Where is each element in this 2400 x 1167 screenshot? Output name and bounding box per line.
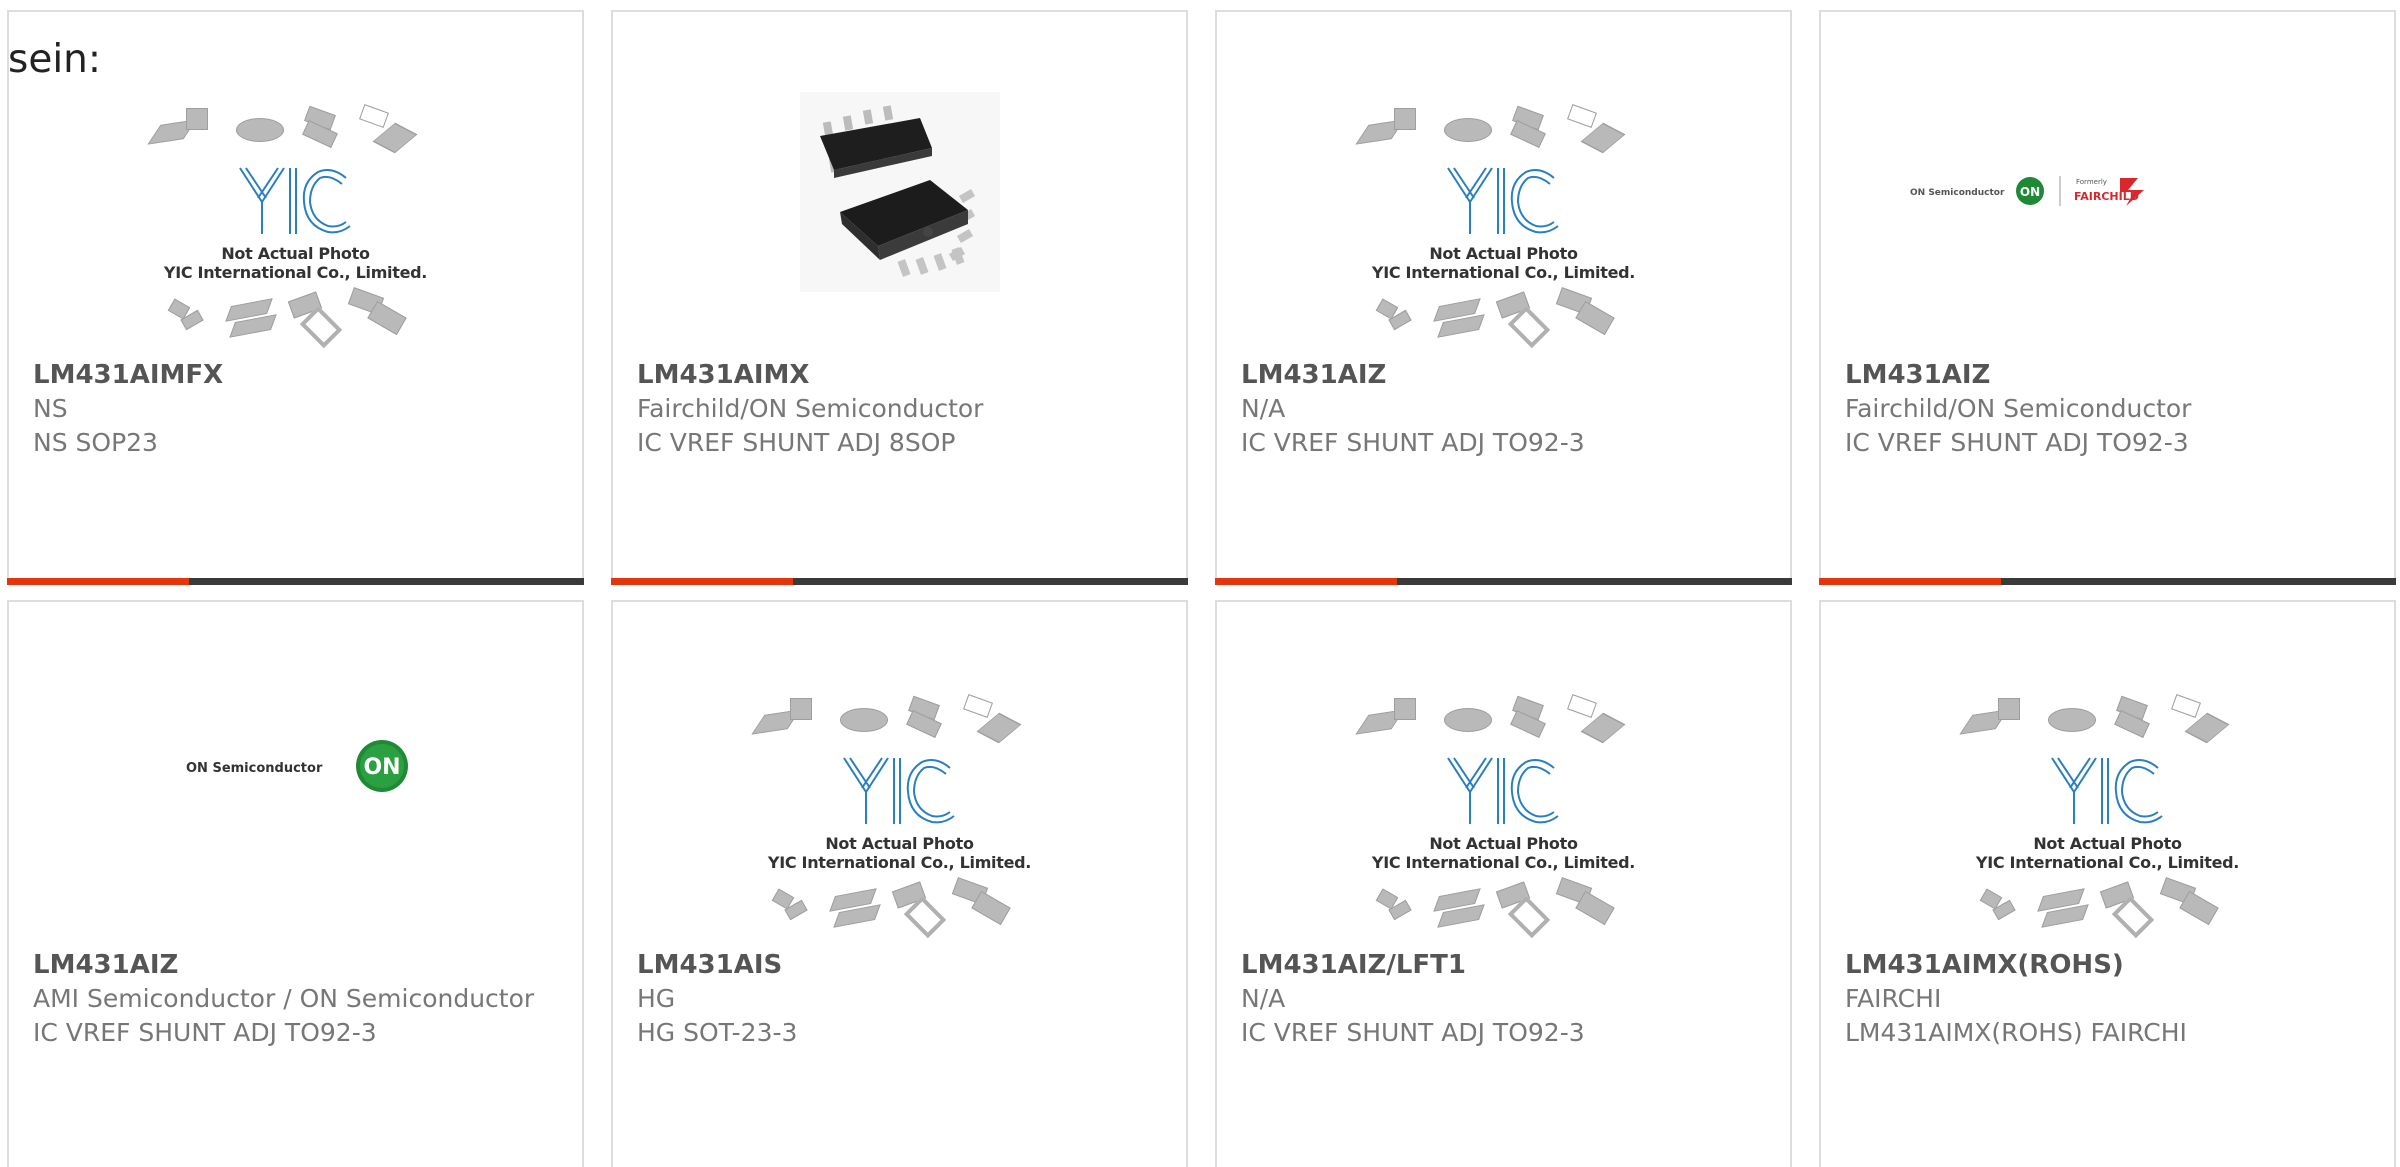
product-info: LM431AIZ AMI Semiconductor / ON Semicond…	[33, 948, 562, 1050]
product-card[interactable]: Not Actual Photo YIC International Co., …	[7, 10, 584, 585]
manufacturer: FAIRCHI	[1845, 984, 1942, 1013]
product-info: LM431AIMFX NS NS SOP23	[33, 358, 562, 460]
manufacturer: NS	[33, 394, 68, 423]
product-image: Not Actual Photo YIC International Co., …	[1217, 12, 1790, 357]
product-image: Not Actual Photo YIC International Co., …	[613, 602, 1186, 947]
on-semiconductor-wordmark: ON Semiconductor	[186, 761, 323, 776]
description: HG SOT-23-3	[637, 1018, 798, 1047]
product-image	[613, 12, 1186, 357]
on-badge-text: ON	[2019, 185, 2039, 199]
manufacturer: N/A	[1241, 394, 1286, 423]
on-semiconductor-logo-icon: ON Semiconductor ON	[186, 740, 408, 792]
manufacturer: HG	[637, 984, 676, 1013]
part-number-link[interactable]: LM431AIZ	[33, 948, 562, 982]
description: IC VREF SHUNT ADJ TO92-3	[1241, 1018, 1585, 1047]
part-number-link[interactable]: LM431AIZ	[1845, 358, 2374, 392]
placeholder-caption: YIC International Co., Limited.	[1371, 853, 1636, 872]
part-number-link[interactable]: LM431AIMX	[637, 358, 1166, 392]
product-info: LM431AIMX Fairchild/ON Semiconductor IC …	[637, 358, 1166, 460]
lead-text: sein:	[8, 37, 102, 82]
sop8-package-icon	[799, 92, 1000, 292]
description: NS SOP23	[33, 428, 158, 457]
product-info: LM431AIZ Fairchild/ON Semiconductor IC V…	[1845, 358, 2374, 460]
on-semiconductor-wordmark: ON Semiconductor	[1910, 188, 2005, 198]
product-image: ON Semiconductor ON Formerly FAIRCHILD	[1821, 12, 2394, 357]
description: IC VREF SHUNT ADJ TO92-3	[1241, 428, 1585, 457]
part-number-link[interactable]: LM431AIMFX	[33, 358, 562, 392]
product-info: LM431AIMX(ROHS) FAIRCHI LM431AIMX(ROHS) …	[1845, 948, 2374, 1050]
manufacturer: Fairchild/ON Semiconductor	[1845, 394, 2192, 423]
product-image: Not Actual Photo YIC International Co., …	[1821, 602, 2394, 947]
product-card[interactable]: LM431AIZ AMI Semiconductor / ON Semicond…	[7, 600, 584, 1167]
placeholder-caption: Not Actual Photo	[1429, 244, 1578, 263]
card-bottom-bar	[611, 578, 1188, 585]
placeholder-caption: YIC International Co., Limited.	[1975, 853, 2240, 872]
manufacturer: Fairchild/ON Semiconductor	[637, 394, 984, 423]
card-bottom-bar	[1819, 578, 2396, 585]
card-bottom-bar	[7, 578, 584, 585]
placeholder-caption: Not Actual Photo	[221, 244, 370, 263]
product-info: LM431AIZ N/A IC VREF SHUNT ADJ TO92-3	[1241, 358, 1770, 460]
yic-placeholder-icon: Not Actual Photo YIC International Co., …	[146, 102, 436, 352]
manufacturer: N/A	[1241, 984, 1286, 1013]
part-number-link[interactable]: LM431AIMX(ROHS)	[1845, 948, 2374, 982]
product-card[interactable]: Not Actual Photo YIC International Co., …	[1215, 600, 1792, 1167]
yic-placeholder-icon: Not Actual Photo YIC International Co., …	[750, 692, 1040, 942]
yic-placeholder-icon: Not Actual Photo YIC International Co., …	[1354, 102, 1644, 352]
placeholder-caption: YIC International Co., Limited.	[1371, 263, 1636, 282]
product-card[interactable]: Not Actual Photo YIC International Co., …	[1819, 600, 2396, 1167]
on-badge-text: ON	[363, 755, 400, 780]
product-grid-page: sein: Not Actual Photo YIC International…	[0, 0, 2400, 1167]
description: IC VREF SHUNT ADJ TO92-3	[33, 1018, 377, 1047]
part-number-link[interactable]: LM431AIZ	[1241, 358, 1770, 392]
formerly-text: Formerly	[2076, 178, 2107, 186]
placeholder-caption: Not Actual Photo	[1429, 834, 1578, 853]
description: IC VREF SHUNT ADJ 8SOP	[637, 428, 956, 457]
product-card[interactable]: LM431AIMX Fairchild/ON Semiconductor IC …	[611, 10, 1188, 585]
part-number-link[interactable]: LM431AIZ/LFT1	[1241, 948, 1770, 982]
description: IC VREF SHUNT ADJ TO92-3	[1845, 428, 2189, 457]
placeholder-caption: Not Actual Photo	[825, 834, 974, 853]
product-info: LM431AIS HG HG SOT-23-3	[637, 948, 1166, 1050]
part-number-link[interactable]: LM431AIS	[637, 948, 1166, 982]
description: LM431AIMX(ROHS) FAIRCHI	[1845, 1018, 2187, 1047]
placeholder-caption: Not Actual Photo	[2033, 834, 2182, 853]
fairchild-on-logo-icon: ON Semiconductor ON Formerly FAIRCHILD	[1910, 176, 2144, 206]
product-card[interactable]: ON Semiconductor ON Formerly FAIRCHILD L…	[1819, 10, 2396, 585]
product-info: LM431AIZ/LFT1 N/A IC VREF SHUNT ADJ TO92…	[1241, 948, 1770, 1050]
yic-placeholder-icon: Not Actual Photo YIC International Co., …	[1958, 692, 2248, 942]
placeholder-caption: YIC International Co., Limited.	[767, 853, 1032, 872]
placeholder-caption: YIC International Co., Limited.	[163, 263, 428, 282]
manufacturer: AMI Semiconductor / ON Semiconductor	[33, 984, 535, 1013]
product-image: Not Actual Photo YIC International Co., …	[1217, 602, 1790, 947]
product-card[interactable]: Not Actual Photo YIC International Co., …	[611, 600, 1188, 1167]
card-bottom-bar	[1215, 578, 1792, 585]
product-card[interactable]: Not Actual Photo YIC International Co., …	[1215, 10, 1792, 585]
yic-placeholder-icon: Not Actual Photo YIC International Co., …	[1354, 692, 1644, 942]
